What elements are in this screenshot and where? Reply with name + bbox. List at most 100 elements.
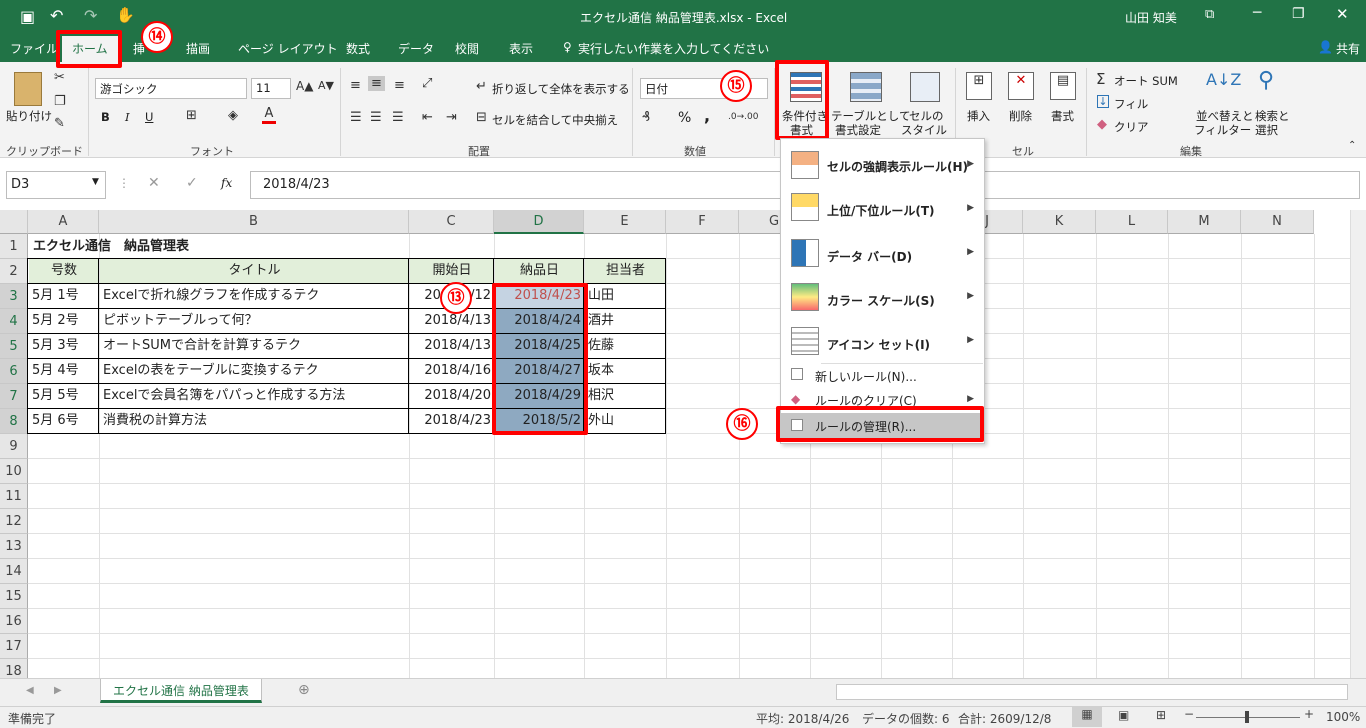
table-cell[interactable]: 2018/4/23	[410, 409, 494, 434]
table-cell[interactable]: 5月 4号	[29, 359, 99, 384]
wrap-text-icon[interactable]: ↵	[476, 79, 487, 94]
row-header-4[interactable]: 4	[0, 309, 28, 334]
table-cell[interactable]: 2018/4/16	[410, 359, 494, 384]
eraser-icon[interactable]: ◆	[1097, 117, 1107, 132]
table-cell[interactable]: 2018/4/20	[410, 384, 494, 409]
menu-highlight-rules[interactable]: セルの強調表示ルール(H) ▶	[781, 145, 984, 187]
row-header-2[interactable]: 2	[0, 259, 28, 284]
sheet-title-cell[interactable]: エクセル通信 納品管理表	[30, 235, 192, 260]
column-header-a[interactable]: A	[28, 210, 99, 234]
menu-new-rule[interactable]: 新しいルール(N)...	[781, 365, 984, 387]
vertical-scrollbar[interactable]	[1350, 210, 1366, 678]
cell-styles-label-2[interactable]: スタイル	[901, 122, 947, 138]
delete-cells-icon[interactable]: ✕	[1008, 72, 1034, 100]
table-cell[interactable]: 2018/4/13	[410, 334, 494, 359]
header-cell[interactable]: タイトル	[100, 259, 409, 284]
insert-cells-icon[interactable]: ⊞	[966, 72, 992, 100]
column-header-n[interactable]: N	[1241, 210, 1314, 234]
cancel-icon[interactable]: ✕	[148, 175, 160, 191]
orientation-icon[interactable]: ⤢	[422, 76, 432, 91]
align-center-icon[interactable]: ☰	[370, 110, 382, 125]
row-header-5[interactable]: 5	[0, 334, 28, 359]
font-size-box[interactable]: 11	[251, 78, 291, 99]
header-cell[interactable]: 納品日	[495, 259, 584, 284]
menu-icon-sets[interactable]: アイコン セット(I) ▶	[781, 321, 984, 363]
table-cell[interactable]: 相沢	[585, 384, 666, 409]
decrease-indent-icon[interactable]: ⇤	[422, 110, 433, 125]
grow-font-icon[interactable]: A▲	[296, 79, 313, 93]
tab-view[interactable]: 表示	[509, 40, 533, 57]
font-name-box[interactable]: 游ゴシック	[95, 78, 247, 99]
merge-center-button[interactable]: セルを結合して中央揃え	[492, 112, 618, 128]
sheet-tab-active[interactable]: エクセル通信 納品管理表	[100, 679, 262, 703]
zoom-slider-thumb[interactable]	[1245, 711, 1249, 723]
fill-button[interactable]: フィル	[1114, 96, 1148, 112]
delete-cells-button[interactable]: 削除	[1009, 108, 1032, 124]
tab-review[interactable]: 校閲	[455, 40, 479, 57]
horizontal-scrollbar[interactable]	[836, 684, 1348, 700]
table-cell[interactable]: Excelで折れ線グラフを作成するテク	[100, 284, 409, 309]
row-header-7[interactable]: 7	[0, 384, 28, 409]
format-as-table-label-2[interactable]: 書式設定	[835, 122, 881, 138]
table-cell[interactable]: ピボットテーブルって何？	[100, 309, 409, 334]
autosum-icon[interactable]: Σ	[1096, 70, 1105, 88]
percent-button[interactable]: %	[678, 110, 691, 126]
copy-icon[interactable]: ❐	[54, 94, 66, 109]
table-cell[interactable]: 5月 2号	[29, 309, 99, 334]
fill-icon[interactable]: ↓	[1097, 95, 1109, 108]
format-cells-icon[interactable]: ▤	[1050, 72, 1076, 100]
table-cell[interactable]: 外山	[585, 409, 666, 434]
paste-icon[interactable]	[14, 72, 42, 106]
table-cell[interactable]: 坂本	[585, 359, 666, 384]
cell-styles-icon[interactable]	[910, 72, 940, 102]
header-cell[interactable]: 号数	[29, 259, 99, 284]
clear-button[interactable]: クリア	[1114, 119, 1149, 135]
row-header-10[interactable]: 10	[0, 459, 28, 484]
format-cells-button[interactable]: 書式	[1051, 108, 1074, 124]
header-cell[interactable]: 開始日	[410, 259, 494, 284]
column-header-c[interactable]: C	[409, 210, 494, 234]
align-top-icon[interactable]: ≡	[350, 78, 361, 93]
row-header-9[interactable]: 9	[0, 434, 28, 459]
tab-formulas[interactable]: 数式	[346, 40, 370, 57]
format-as-table-icon[interactable]	[850, 72, 882, 102]
table-cell[interactable]: オートSUMで合計を計算するテク	[100, 334, 409, 359]
align-left-icon[interactable]: ☰	[350, 110, 362, 125]
table-cell[interactable]: 佐藤	[585, 334, 666, 359]
name-box-dropdown-icon[interactable]: ▼	[92, 177, 99, 187]
paste-button-label[interactable]: 貼り付け	[6, 108, 52, 124]
save-icon[interactable]: ▣	[20, 7, 35, 26]
table-cell[interactable]: 消費税の計算方法	[100, 409, 409, 434]
row-header-1[interactable]: 1	[0, 234, 28, 259]
minimize-icon[interactable]: ─	[1253, 5, 1261, 21]
align-bottom-icon[interactable]: ≡	[394, 78, 405, 93]
merge-icon[interactable]: ⊟	[476, 110, 487, 125]
increase-indent-icon[interactable]: ⇥	[446, 110, 457, 125]
zoom-out-icon[interactable]: −	[1184, 707, 1194, 721]
normal-view-icon[interactable]: ▦	[1072, 707, 1102, 727]
table-cell[interactable]: 5月 6号	[29, 409, 99, 434]
underline-button[interactable]: U	[145, 110, 153, 124]
table-cell[interactable]: 山田	[585, 284, 666, 309]
zoom-in-icon[interactable]: +	[1304, 707, 1314, 721]
restore-icon[interactable]: ❐	[1292, 6, 1305, 22]
column-header-f[interactable]: F	[666, 210, 739, 234]
add-sheet-icon[interactable]: ⊕	[298, 682, 310, 698]
align-right-icon[interactable]: ☰	[392, 110, 404, 125]
next-sheet-icon[interactable]: ▶	[54, 685, 62, 696]
page-break-view-icon[interactable]: ⊞	[1156, 708, 1166, 722]
ribbon-display-icon[interactable]: ⧉	[1205, 7, 1214, 22]
row-header-13[interactable]: 13	[0, 534, 28, 559]
table-cell[interactable]: Excelで会員名簿をパパっと作成する方法	[100, 384, 409, 409]
page-layout-view-icon[interactable]: ▣	[1118, 708, 1129, 722]
menu-data-bars[interactable]: データ バー(D) ▶	[781, 233, 984, 275]
tab-data[interactable]: データ	[398, 40, 434, 57]
column-header-e[interactable]: E	[584, 210, 666, 234]
align-middle-icon[interactable]: ≡	[368, 76, 385, 91]
increase-decimal-icon[interactable]: .0→.00	[728, 112, 758, 122]
table-cell[interactable]: Excelの表をテーブルに変換するテク	[100, 359, 409, 384]
row-header-16[interactable]: 16	[0, 609, 28, 634]
find-icon[interactable]: ⚲	[1258, 68, 1274, 93]
collapse-ribbon-icon[interactable]: ⌃	[1348, 140, 1356, 151]
enter-icon[interactable]: ✓	[186, 175, 198, 191]
